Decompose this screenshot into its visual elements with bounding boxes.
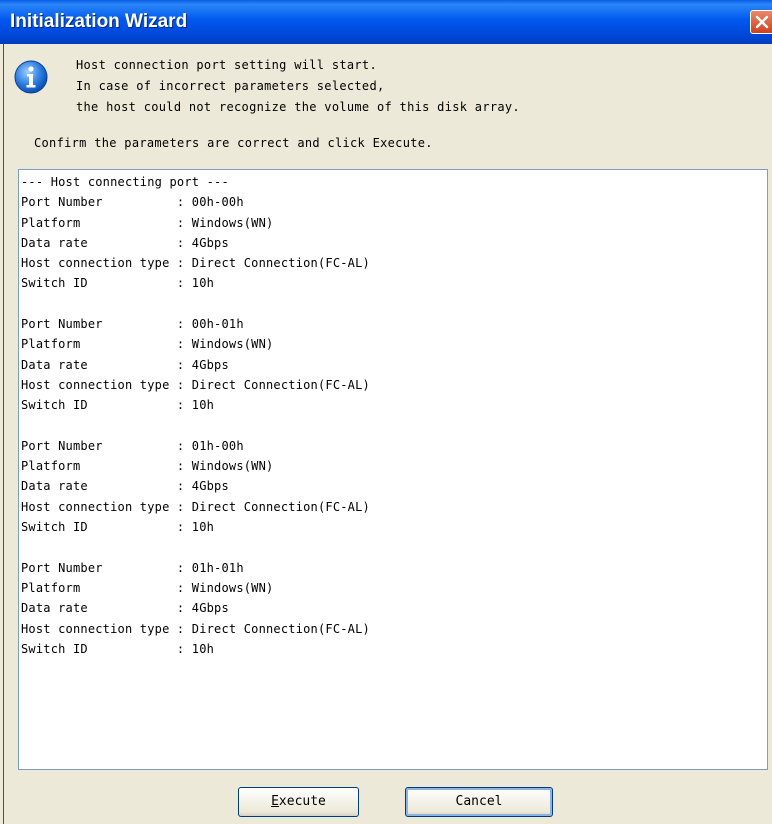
wizard-window: Initialization Wizard Host connection po… <box>0 0 772 824</box>
execute-label: xecute <box>278 794 326 809</box>
data-rate-line: Data rate : 4Gbps <box>21 601 229 616</box>
switch-id-line: Switch ID : 10h <box>21 641 215 656</box>
data-rate-line: Data rate : 4Gbps <box>21 235 229 250</box>
connection-type-line: Host connection type : Direct Connection… <box>21 256 370 271</box>
info-icon <box>14 60 48 94</box>
connection-type-line: Host connection type : Direct Connection… <box>21 621 370 636</box>
switch-id-line: Switch ID : 10h <box>21 276 215 291</box>
port-number-line: Port Number : 00h-01h <box>21 317 244 332</box>
data-rate-line: Data rate : 4Gbps <box>21 479 229 494</box>
platform-line: Platform : Windows(WN) <box>21 337 274 352</box>
message-line-3: the host could not recognize the volume … <box>76 100 520 114</box>
message-line-1: Host connection port setting will start. <box>76 58 377 72</box>
connection-type-line: Host connection type : Direct Connection… <box>21 499 370 514</box>
details-textarea[interactable]: --- Host connecting port --- Port Number… <box>18 169 768 770</box>
port-number-line: Port Number : 00h-00h <box>21 195 244 210</box>
cancel-button[interactable]: Cancel <box>405 787 553 817</box>
confirm-text: Confirm the parameters are correct and c… <box>34 136 433 150</box>
execute-mnemonic: E <box>271 794 279 809</box>
port-number-line: Port Number : 01h-01h <box>21 560 244 575</box>
close-button[interactable] <box>750 10 772 34</box>
connection-type-line: Host connection type : Direct Connection… <box>21 377 370 392</box>
close-icon <box>755 15 769 29</box>
execute-button[interactable]: Execute <box>238 787 359 817</box>
switch-id-line: Switch ID : 10h <box>21 520 215 535</box>
title-bar[interactable]: Initialization Wizard <box>0 0 772 44</box>
data-rate-line: Data rate : 4Gbps <box>21 357 229 372</box>
platform-line: Platform : Windows(WN) <box>21 580 274 595</box>
message-line-2: In case of incorrect parameters selected… <box>76 79 385 93</box>
switch-id-line: Switch ID : 10h <box>21 398 215 413</box>
port-number-line: Port Number : 01h-00h <box>21 438 244 453</box>
window-title: Initialization Wizard <box>10 11 188 32</box>
platform-line: Platform : Windows(WN) <box>21 459 274 474</box>
details-header: --- Host connecting port --- <box>21 175 229 189</box>
platform-line: Platform : Windows(WN) <box>21 215 274 230</box>
